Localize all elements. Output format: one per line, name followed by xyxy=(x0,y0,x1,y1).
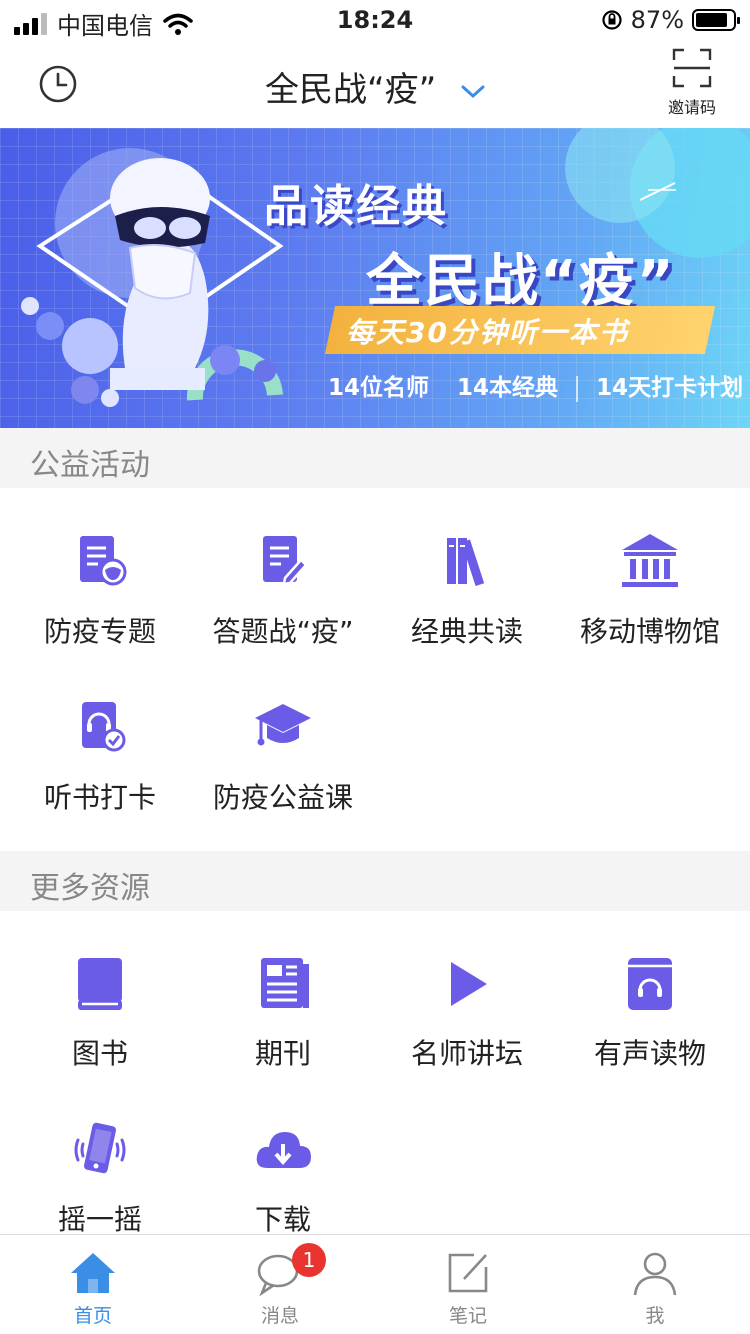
grid-item-journals[interactable]: 期刊 xyxy=(189,954,377,1072)
note-icon xyxy=(448,1253,488,1293)
grid-item-label: 下载 xyxy=(254,1203,311,1236)
battery-icon xyxy=(692,9,740,31)
grid-item-label: 有声读物 xyxy=(593,1037,706,1070)
page-title-text: 全民战“疫” xyxy=(264,70,437,110)
rotation-lock-icon xyxy=(602,10,622,30)
shake-phone-icon xyxy=(74,1122,126,1174)
grid-item-books[interactable]: 图书 xyxy=(6,954,194,1072)
banner-stat-teachers: 14位名师 xyxy=(328,375,430,401)
banner[interactable]: 品读经典 全民战“疫” 每天30分钟听一本书 14位名师 14本经典 14天打卡… xyxy=(0,128,750,428)
invite-code-button[interactable]: 邀请码 xyxy=(662,48,722,118)
grid-item-lectures[interactable]: 名师讲坛 xyxy=(373,954,561,1072)
tab-profile[interactable]: 我 xyxy=(595,1249,715,1328)
page-title[interactable]: 全民战“疫” xyxy=(0,62,750,111)
grid-item-download[interactable]: 下载 xyxy=(189,1120,377,1238)
museum-icon xyxy=(622,534,678,587)
tab-label: 我 xyxy=(645,1305,665,1327)
battery-percent: 87% xyxy=(630,6,684,34)
quiz-document-icon xyxy=(263,536,308,586)
grid-item-label: 防疫公益课 xyxy=(212,781,353,814)
grid-item-epidemic-topic[interactable]: 防疫专题 xyxy=(6,532,194,650)
play-icon xyxy=(451,962,487,1006)
home-icon xyxy=(71,1253,115,1293)
scan-icon xyxy=(672,48,712,88)
section-title: 公益活动 xyxy=(30,448,150,483)
tab-label: 笔记 xyxy=(448,1305,487,1327)
status-bar: 中国电信 18:24 87% xyxy=(0,0,750,40)
grid-item-label: 防疫专题 xyxy=(43,615,156,648)
grid-item-label: 经典共读 xyxy=(410,615,523,648)
grid-item-shake[interactable]: 摇一摇 xyxy=(6,1120,194,1238)
tab-home[interactable]: 首页 xyxy=(33,1249,153,1328)
graduation-cap-icon xyxy=(255,704,311,746)
grid-item-label: 期刊 xyxy=(254,1037,311,1070)
grid-item-listen-checkin[interactable]: 听书打卡 xyxy=(6,698,194,816)
banner-title: 全民战“疫” xyxy=(366,249,676,314)
grid-item-label: 答题战“疫” xyxy=(212,615,354,648)
banner-stats: 14位名师 14本经典 14天打卡计划 xyxy=(328,368,743,402)
grid-item-audiobooks[interactable]: 有声读物 xyxy=(556,954,744,1072)
grid-item-label: 听书打卡 xyxy=(43,781,156,814)
status-right: 87% xyxy=(601,6,740,34)
unread-badge: 1 xyxy=(292,1243,326,1277)
audiobook-check-icon xyxy=(82,702,126,752)
banner-stat-plan: 14天打卡计划 xyxy=(596,375,744,401)
section-header-more-resources: 更多资源 xyxy=(0,851,750,911)
tab-notes[interactable]: 笔记 xyxy=(408,1249,528,1328)
chevron-down-icon xyxy=(461,85,485,98)
document-mask-icon xyxy=(80,536,127,586)
grid-item-quiz[interactable]: 答题战“疫” xyxy=(189,532,377,650)
grid-item-classic-reading[interactable]: 经典共读 xyxy=(373,532,561,650)
tab-label: 消息 xyxy=(260,1305,299,1327)
grid-item-label: 名师讲坛 xyxy=(410,1037,523,1070)
banner-headline: 品读经典 xyxy=(264,181,448,232)
grid-item-label: 移动博物馆 xyxy=(579,615,720,648)
books-icon xyxy=(447,538,485,587)
tab-messages[interactable]: 消息 1 xyxy=(220,1243,340,1328)
grid-item-mobile-museum[interactable]: 移动博物馆 xyxy=(556,532,744,650)
tab-bar: 首页 消息 1 笔记 我 xyxy=(0,1234,750,1334)
profile-icon xyxy=(633,1252,677,1296)
book-icon xyxy=(78,958,122,1010)
banner-tagline: 每天30分钟听一本书 xyxy=(346,316,629,349)
grid-item-label: 摇一摇 xyxy=(57,1203,142,1236)
audio-book-icon xyxy=(628,958,672,1010)
banner-stat-classics: 14本经典 xyxy=(457,375,559,401)
grid-item-public-course[interactable]: 防疫公益课 xyxy=(189,698,377,816)
tab-label: 首页 xyxy=(73,1305,112,1327)
journal-icon xyxy=(261,958,309,1008)
invite-code-label: 邀请码 xyxy=(667,98,716,117)
section-header-public-welfare: 公益活动 xyxy=(0,428,750,488)
nav-bar: 全民战“疫” 邀请码 xyxy=(0,40,750,128)
grid-item-label: 图书 xyxy=(71,1037,128,1070)
section-title: 更多资源 xyxy=(30,871,150,906)
cloud-download-icon xyxy=(256,1132,311,1168)
